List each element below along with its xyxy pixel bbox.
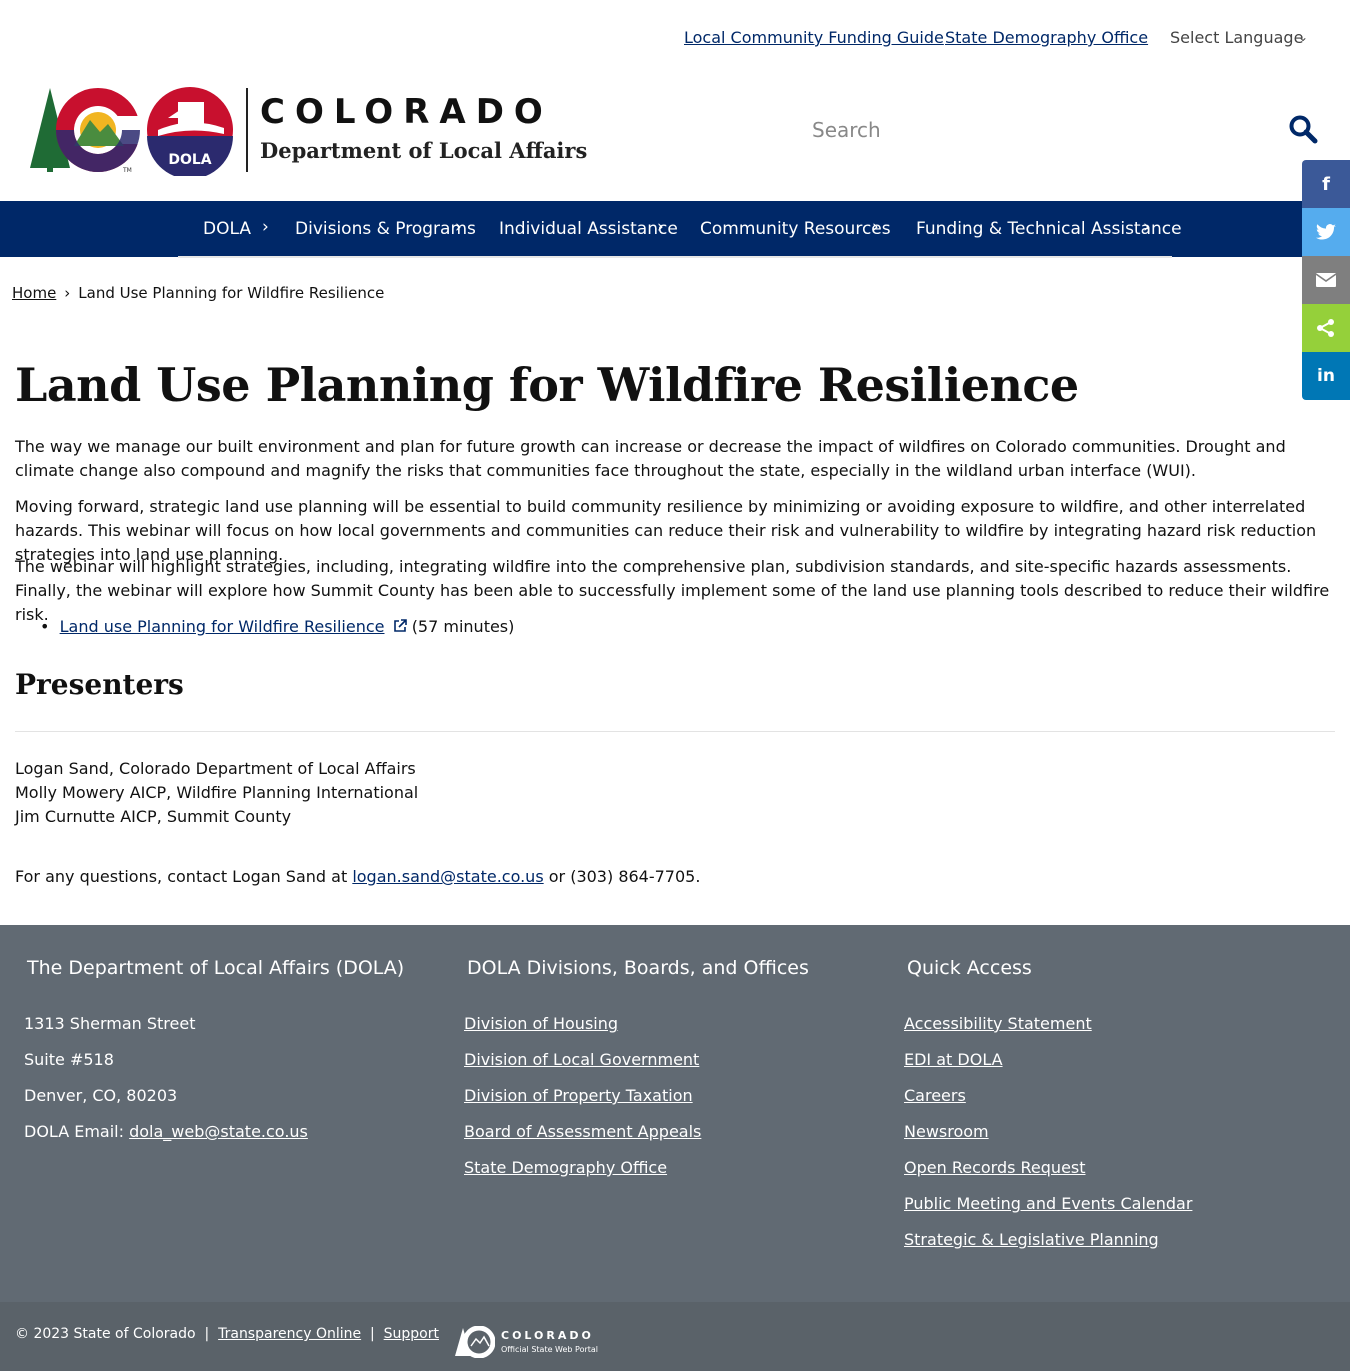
footer-email-label: DOLA Email: <box>24 1122 125 1141</box>
twitter-icon <box>1316 224 1336 240</box>
site-footer: The Department of Local Affairs (DOLA) 1… <box>0 925 1350 1302</box>
linkedin-icon: in <box>1317 366 1335 386</box>
email-share-button[interactable] <box>1302 256 1350 304</box>
footer-address-line: Denver, CO, 80203 <box>24 1086 178 1105</box>
copyright-text: © 2023 State of Colorado <box>15 1326 196 1342</box>
svg-text:DOLA: DOLA <box>168 152 211 168</box>
footer-link-state-demography-office[interactable]: State Demography Office <box>464 1158 667 1177</box>
footer-link-edi-at-dola[interactable]: EDI at DOLA <box>904 1050 1003 1069</box>
footer-link-board-of-assessment-appeals[interactable]: Board of Assessment Appeals <box>464 1122 701 1141</box>
chevron-right-icon: › <box>657 217 664 237</box>
chevron-right-icon: › <box>64 284 71 302</box>
twitter-share-button[interactable] <box>1302 208 1350 256</box>
support-link[interactable]: Support <box>384 1326 439 1342</box>
logo-department-name: Department of Local Affairs <box>260 138 588 163</box>
language-select[interactable]: Select Language <box>1170 28 1303 47</box>
colorado-official-portal-logo[interactable]: COLORADO Official State Web Portal <box>455 1326 599 1360</box>
contact-prefix: For any questions, contact Logan Sand at <box>15 867 348 886</box>
presenter-item: Molly Mowery AICP, Wildfire Planning Int… <box>15 783 419 802</box>
footer-link-division-of-property-taxation[interactable]: Division of Property Taxation <box>464 1086 693 1105</box>
section-divider <box>15 731 1335 732</box>
footer-divisions-heading: DOLA Divisions, Boards, and Offices <box>467 957 809 979</box>
email-icon <box>1316 273 1336 287</box>
presenter-item: Jim Curnutte AICP, Summit County <box>15 807 292 826</box>
linkedin-share-button[interactable]: in <box>1302 352 1350 400</box>
breadcrumb: Home › Land Use Planning for Wildfire Resi… <box>12 284 384 302</box>
transparency-online-link[interactable]: Transparency Online <box>218 1326 361 1342</box>
contact-email-link[interactable]: logan.sand@state.co.us <box>352 867 543 886</box>
colorado-portal-logo-icon <box>455 1326 495 1358</box>
footer-address-line: 1313 Sherman Street <box>24 1014 196 1033</box>
nav-item-individual-assistance[interactable]: Individual Assistance <box>499 219 678 239</box>
utility-bar: Local Community Funding Guide State Demo… <box>0 28 1350 50</box>
breadcrumb-home-link[interactable]: Home <box>12 284 56 302</box>
nav-item-divisions-programs[interactable]: Divisions & Programs <box>295 219 476 239</box>
contact-suffix: or (303) 864-7705. <box>548 867 701 886</box>
share-icon <box>1317 319 1334 337</box>
page-title: Land Use Planning for Wildfire Resilienc… <box>15 358 1079 412</box>
local-community-funding-guide-link[interactable]: Local Community Funding Guide <box>684 28 944 47</box>
facebook-icon: f <box>1322 173 1330 195</box>
webinar-list-item: • Land use Planning for Wildfire Resilie… <box>40 615 514 639</box>
bullet-icon: • <box>40 617 50 636</box>
state-demography-office-link[interactable]: State Demography Office <box>945 28 1148 47</box>
footer-quick-access-heading: Quick Access <box>907 957 1032 979</box>
copyright-line: © 2023 State of Colorado | Transparency … <box>15 1326 439 1342</box>
search-bar <box>800 108 1330 152</box>
nav-item-dola[interactable]: DOLA <box>203 219 251 239</box>
breadcrumb-current: Land Use Planning for Wildfire Resilienc… <box>78 284 385 302</box>
nav-item-community-resources[interactable]: Community Resources <box>700 219 891 239</box>
footer-link-open-records-request[interactable]: Open Records Request <box>904 1158 1086 1177</box>
presenters-heading: Presenters <box>15 668 184 701</box>
chevron-right-icon: › <box>1143 217 1150 237</box>
external-link-icon[interactable] <box>393 619 407 633</box>
logo-state-name: COLORADO <box>260 92 553 132</box>
footer-dola-heading: The Department of Local Affairs (DOLA) <box>27 957 405 979</box>
contact-line: For any questions, contact Logan Sand at… <box>15 865 700 889</box>
footer-link-public-meeting-calendar[interactable]: Public Meeting and Events Calendar <box>904 1194 1192 1213</box>
footer-bottom-bar: © 2023 State of Colorado | Transparency … <box>0 1302 1350 1371</box>
footer-email-line: DOLA Email: dola_web@state.co.us <box>24 1122 308 1141</box>
facebook-share-button[interactable]: f <box>1302 160 1350 208</box>
footer-link-strategic-legislative-planning[interactable]: Strategic & Legislative Planning <box>904 1230 1159 1249</box>
footer-email-link[interactable]: dola_web@state.co.us <box>129 1122 308 1141</box>
footer-address-line: Suite #518 <box>24 1050 114 1069</box>
presenter-item: Logan Sand, Colorado Department of Local… <box>15 759 416 778</box>
dola-logo[interactable]: TM DOLA COLORADO Department of Local Aff… <box>28 86 588 176</box>
main-navigation: DOLA › Divisions & Programs › Individual… <box>0 201 1350 258</box>
nav-item-funding-technical-assistance[interactable]: Funding & Technical Assistance <box>916 219 1182 239</box>
chevron-right-icon: › <box>262 217 269 237</box>
colorado-dola-logo-mark-icon: TM DOLA <box>30 87 233 176</box>
portal-state-text: COLORADO <box>501 1329 594 1342</box>
nav-underline <box>178 256 1172 258</box>
footer-link-careers[interactable]: Careers <box>904 1086 966 1105</box>
logo-divider <box>246 88 248 172</box>
footer-link-division-of-housing[interactable]: Division of Housing <box>464 1014 618 1033</box>
share-sidebar: f in <box>1302 160 1350 400</box>
webinar-duration: (57 minutes) <box>411 617 515 636</box>
search-input[interactable] <box>800 108 1260 152</box>
webinar-recording-link[interactable]: Land use Planning for Wildfire Resilienc… <box>60 617 385 636</box>
footer-link-newsroom[interactable]: Newsroom <box>904 1122 989 1141</box>
chevron-right-icon: › <box>872 217 879 237</box>
footer-link-accessibility-statement[interactable]: Accessibility Statement <box>904 1014 1092 1033</box>
intro-paragraph: The way we manage our built environment … <box>15 437 1286 480</box>
presenters-list: Logan Sand, Colorado Department of Local… <box>15 757 418 829</box>
search-icon[interactable] <box>1288 114 1318 148</box>
footer-link-division-of-local-government[interactable]: Division of Local Government <box>464 1050 699 1069</box>
chevron-right-icon: › <box>455 217 462 237</box>
portal-subtitle: Official State Web Portal <box>501 1345 599 1354</box>
chevron-down-icon[interactable]: ⌄ <box>1298 30 1308 44</box>
sharethis-button[interactable] <box>1302 304 1350 352</box>
svg-text:TM: TM <box>122 167 132 174</box>
